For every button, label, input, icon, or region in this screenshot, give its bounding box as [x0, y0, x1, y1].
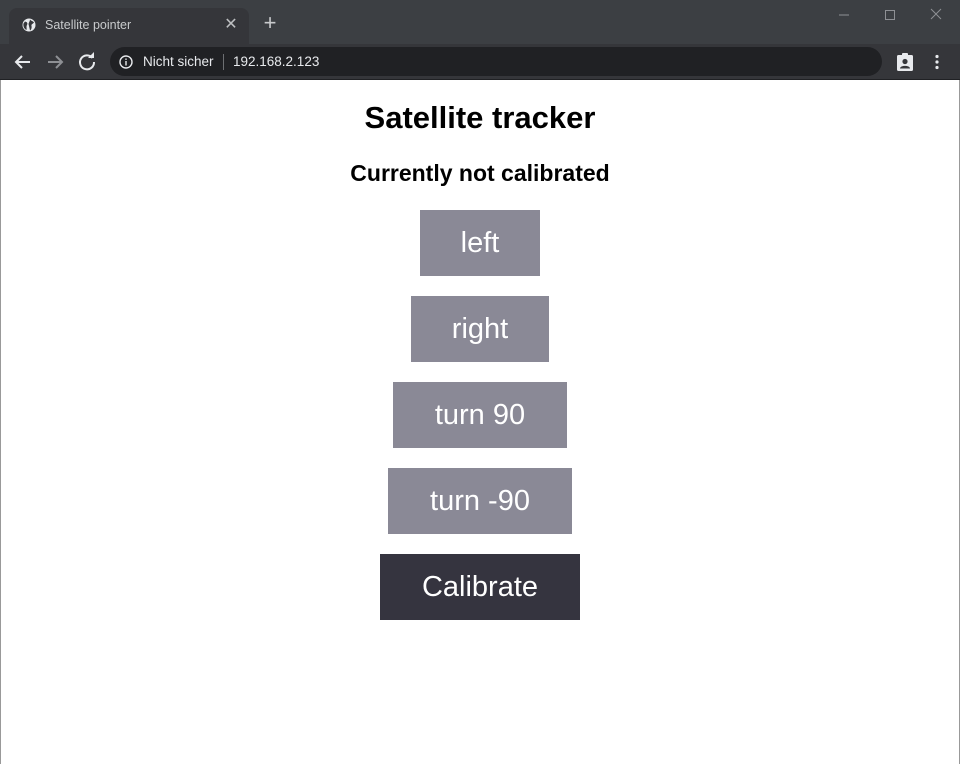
- info-icon[interactable]: [119, 55, 133, 69]
- new-tab-icon[interactable]: +: [260, 12, 280, 34]
- globe-icon: [22, 18, 36, 32]
- address-bar[interactable]: Nicht sicher 192.168.2.123: [110, 47, 882, 76]
- turn-minus-90-button[interactable]: turn -90: [388, 468, 572, 534]
- right-button[interactable]: right: [411, 296, 549, 362]
- tab-title: Satellite pointer: [45, 18, 132, 32]
- forward-icon[interactable]: [43, 50, 67, 74]
- url-text[interactable]: 192.168.2.123: [233, 54, 319, 69]
- page-title: Satellite tracker: [364, 100, 596, 135]
- browser-tab[interactable]: Satellite pointer ✕: [9, 8, 249, 44]
- minimize-icon[interactable]: [829, 4, 859, 26]
- browser-toolbar: Nicht sicher 192.168.2.123: [0, 44, 960, 80]
- calibrate-button[interactable]: Calibrate: [380, 554, 580, 620]
- left-button[interactable]: left: [420, 210, 540, 276]
- address-separator: [223, 54, 224, 70]
- profile-icon[interactable]: [896, 52, 914, 72]
- browser-titlebar: Satellite pointer ✕ +: [0, 0, 960, 44]
- back-icon[interactable]: [11, 50, 35, 74]
- maximize-icon[interactable]: [875, 4, 905, 26]
- page-content: Satellite tracker Currently not calibrat…: [0, 80, 960, 764]
- window-close-icon[interactable]: [921, 4, 951, 26]
- calibration-status: Currently not calibrated: [350, 160, 610, 186]
- security-label[interactable]: Nicht sicher: [143, 54, 214, 69]
- tab-close-icon[interactable]: ✕: [223, 15, 239, 35]
- reload-icon[interactable]: [75, 50, 99, 74]
- menu-icon[interactable]: [930, 52, 944, 72]
- turn-90-button[interactable]: turn 90: [393, 382, 567, 448]
